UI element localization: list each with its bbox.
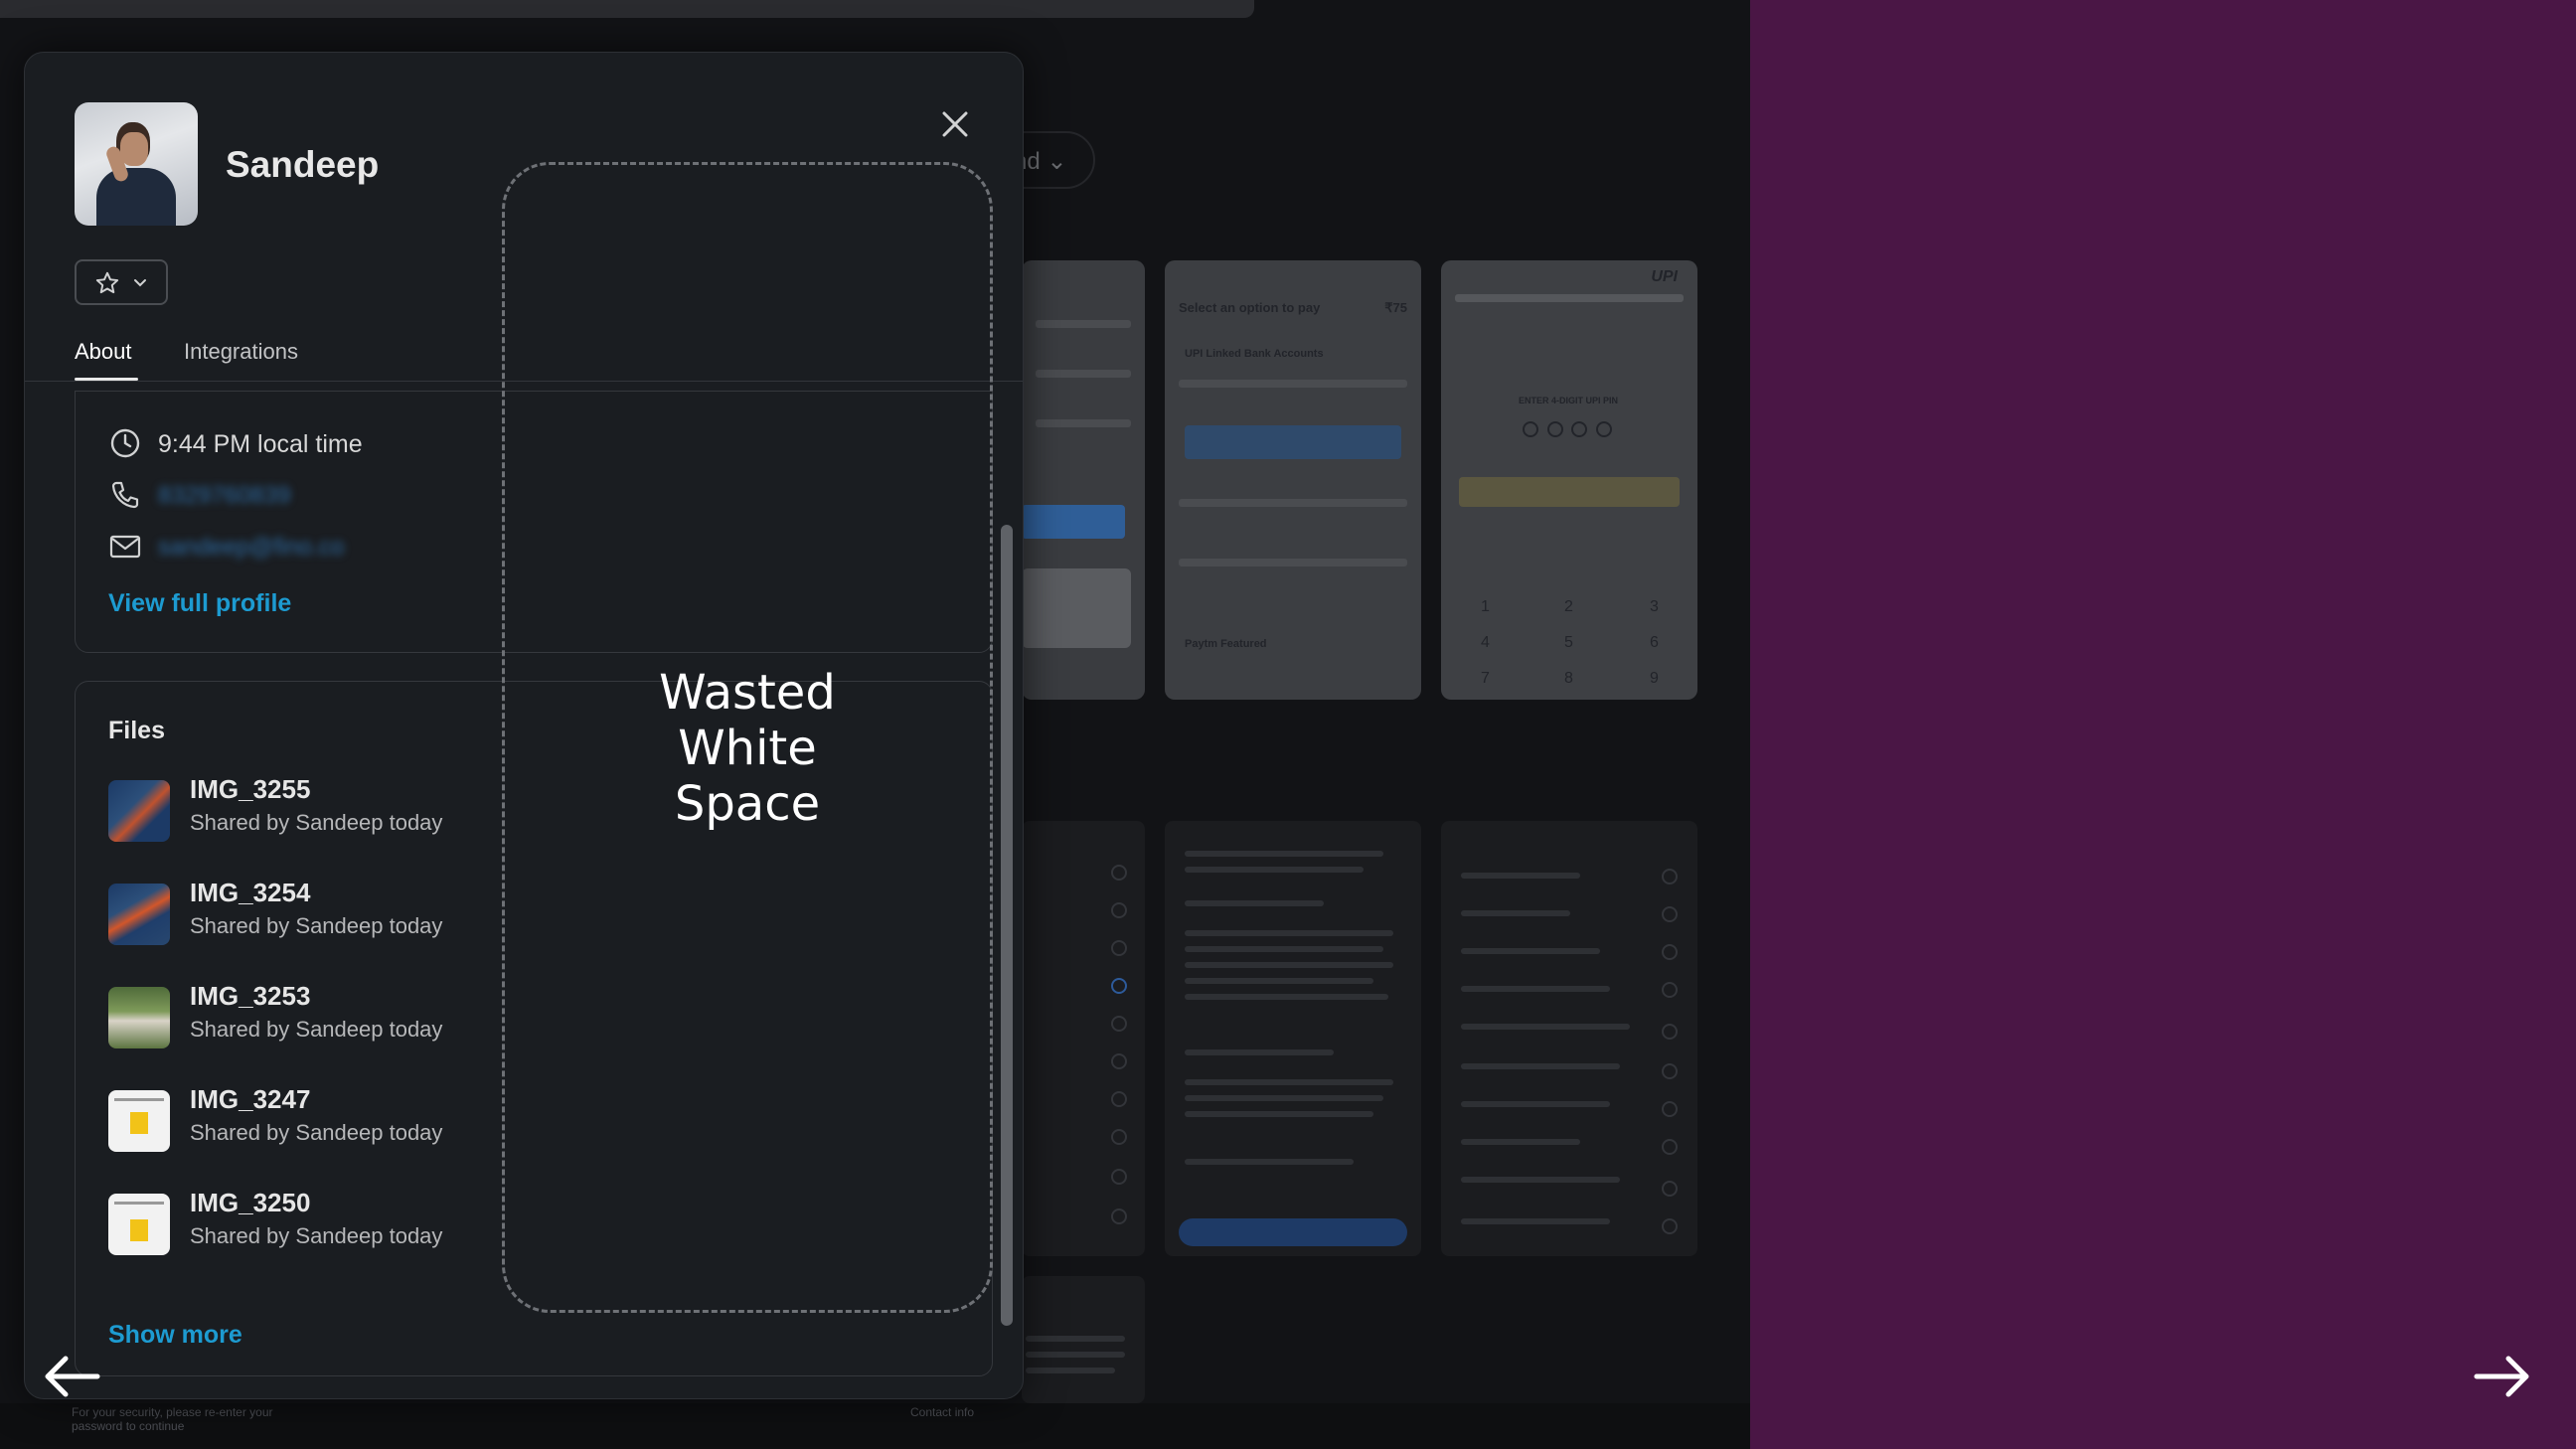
wasted-space-label: Wasted White Space [659, 665, 836, 832]
phone3-brand: UPI [1651, 268, 1678, 285]
tab-integrations[interactable]: Integrations [184, 339, 298, 365]
chevron-down-icon [134, 279, 146, 287]
file-item[interactable]: IMG_3253 Shared by Sandeep today [108, 981, 486, 1050]
mail-icon [109, 535, 141, 559]
email-address[interactable]: sandeep@fino.co [158, 534, 344, 562]
bottom-contact-text: Contact info [910, 1405, 975, 1419]
phone2-section: UPI Linked Bank Accounts [1185, 348, 1324, 360]
phone2-header: Select an option to pay [1179, 300, 1321, 315]
show-more-link[interactable]: Show more [108, 1321, 242, 1350]
background-card-4 [1022, 1276, 1145, 1403]
avatar [75, 102, 198, 226]
local-time: 9:44 PM local time [158, 430, 363, 458]
background-bottom-strip: For your security, please re-enter your … [0, 1403, 1750, 1449]
background-topbar [0, 0, 1254, 18]
file-thumbnail [108, 780, 170, 842]
prev-button[interactable] [40, 1352, 103, 1401]
clock-icon [110, 428, 140, 458]
background-right-panel [1750, 0, 2576, 1449]
tab-about[interactable]: About [75, 339, 132, 365]
star-dropdown-button[interactable] [75, 259, 168, 305]
phone-number[interactable]: 8329760839 [158, 482, 290, 510]
file-item[interactable]: IMG_3247 Shared by Sandeep today [108, 1084, 486, 1154]
background-card-2 [1165, 821, 1421, 1256]
background-card-3 [1441, 821, 1697, 1256]
bottom-left-text: For your security, please re-enter your … [72, 1405, 273, 1433]
close-icon [942, 111, 968, 137]
file-item[interactable]: IMG_3254 Shared by Sandeep today [108, 878, 486, 947]
phone2-featured: Paytm Featured [1185, 638, 1267, 650]
star-icon [95, 271, 119, 294]
background-phone-3: UPI ENTER 4-DIGIT UPI PIN 1 2 3 4 5 6 7 … [1441, 260, 1697, 700]
files-title: Files [108, 717, 165, 744]
phone-icon [111, 481, 139, 509]
profile-name: Sandeep [226, 144, 380, 185]
file-thumbnail [108, 1090, 170, 1152]
profile-modal: Sandeep About Integrations 9:44 PM local… [24, 52, 1024, 1399]
file-item[interactable]: IMG_3250 Shared by Sandeep today [108, 1188, 486, 1257]
background-phone-1 [1022, 260, 1145, 700]
phone3-pin: ENTER 4-DIGIT UPI PIN [1519, 396, 1619, 405]
view-full-profile-link[interactable]: View full profile [108, 589, 291, 618]
background-phone-2: Select an option to pay ₹75 UPI Linked B… [1165, 260, 1421, 700]
arrow-left-icon [45, 1356, 100, 1397]
close-button[interactable] [935, 104, 975, 144]
arrow-right-icon [2474, 1356, 2529, 1397]
scrollbar-thumb[interactable] [1001, 525, 1013, 1326]
file-thumbnail [108, 1194, 170, 1255]
file-item[interactable]: IMG_3255 Shared by Sandeep today [108, 774, 486, 844]
background-card-1 [1022, 821, 1145, 1256]
file-thumbnail [108, 987, 170, 1048]
phone2-amount: ₹75 [1384, 300, 1407, 315]
next-button[interactable] [2471, 1352, 2534, 1401]
file-thumbnail [108, 884, 170, 945]
